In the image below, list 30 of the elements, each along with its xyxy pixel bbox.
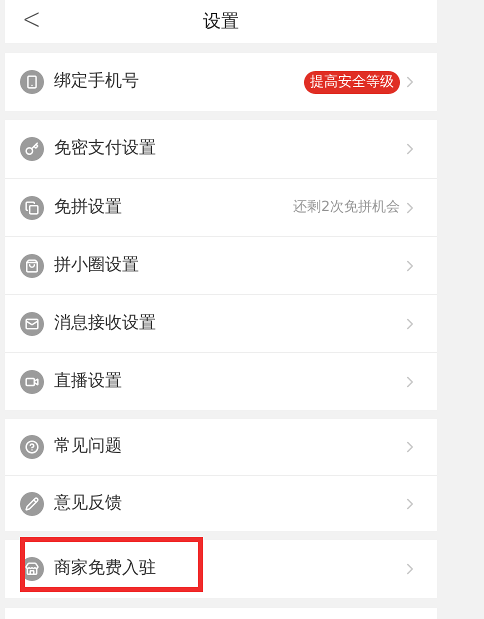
settings-row[interactable]: 免密支付设置 xyxy=(5,120,437,178)
back-button[interactable]: < xyxy=(22,2,41,38)
row-label: 免拼设置 xyxy=(54,196,122,219)
row-label: 商家免费入驻 xyxy=(54,557,156,580)
settings-row[interactable]: 意见反馈 xyxy=(5,475,437,531)
settings-row[interactable]: 直播设置 xyxy=(5,352,437,410)
row-note: 还剩2次免拼机会 xyxy=(293,198,400,217)
row-label: 消息接收设置 xyxy=(54,312,156,335)
phone-icon xyxy=(20,70,44,94)
key-icon xyxy=(20,137,44,161)
pencil-icon xyxy=(20,492,44,516)
row-label: 拼小圈设置 xyxy=(54,254,139,277)
settings-row[interactable]: 消息接收设置 xyxy=(5,294,437,352)
row-label: 免密支付设置 xyxy=(54,137,156,160)
row-label: 绑定手机号 xyxy=(54,70,139,94)
row-label: 直播设置 xyxy=(54,370,122,393)
row-label: 常见问题 xyxy=(54,435,122,458)
settings-row[interactable]: 拼小圈设置 xyxy=(5,236,437,294)
page-title: 设置 xyxy=(203,10,239,34)
security-badge: 提高安全等级 xyxy=(304,70,400,94)
bag-icon xyxy=(20,254,44,278)
video-camera-icon xyxy=(20,370,44,394)
help-icon xyxy=(20,435,44,459)
settings-row[interactable]: 绑定手机号 提高安全等级 xyxy=(5,53,437,111)
settings-row[interactable]: 商家免费入驻 xyxy=(5,540,437,598)
settings-row[interactable]: 常见问题 xyxy=(5,419,437,475)
row-label: 意见反馈 xyxy=(54,492,122,515)
settings-row[interactable]: 免拼设置 还剩2次免拼机会 xyxy=(5,178,437,236)
cards-icon xyxy=(20,196,44,220)
mail-icon xyxy=(20,312,44,336)
